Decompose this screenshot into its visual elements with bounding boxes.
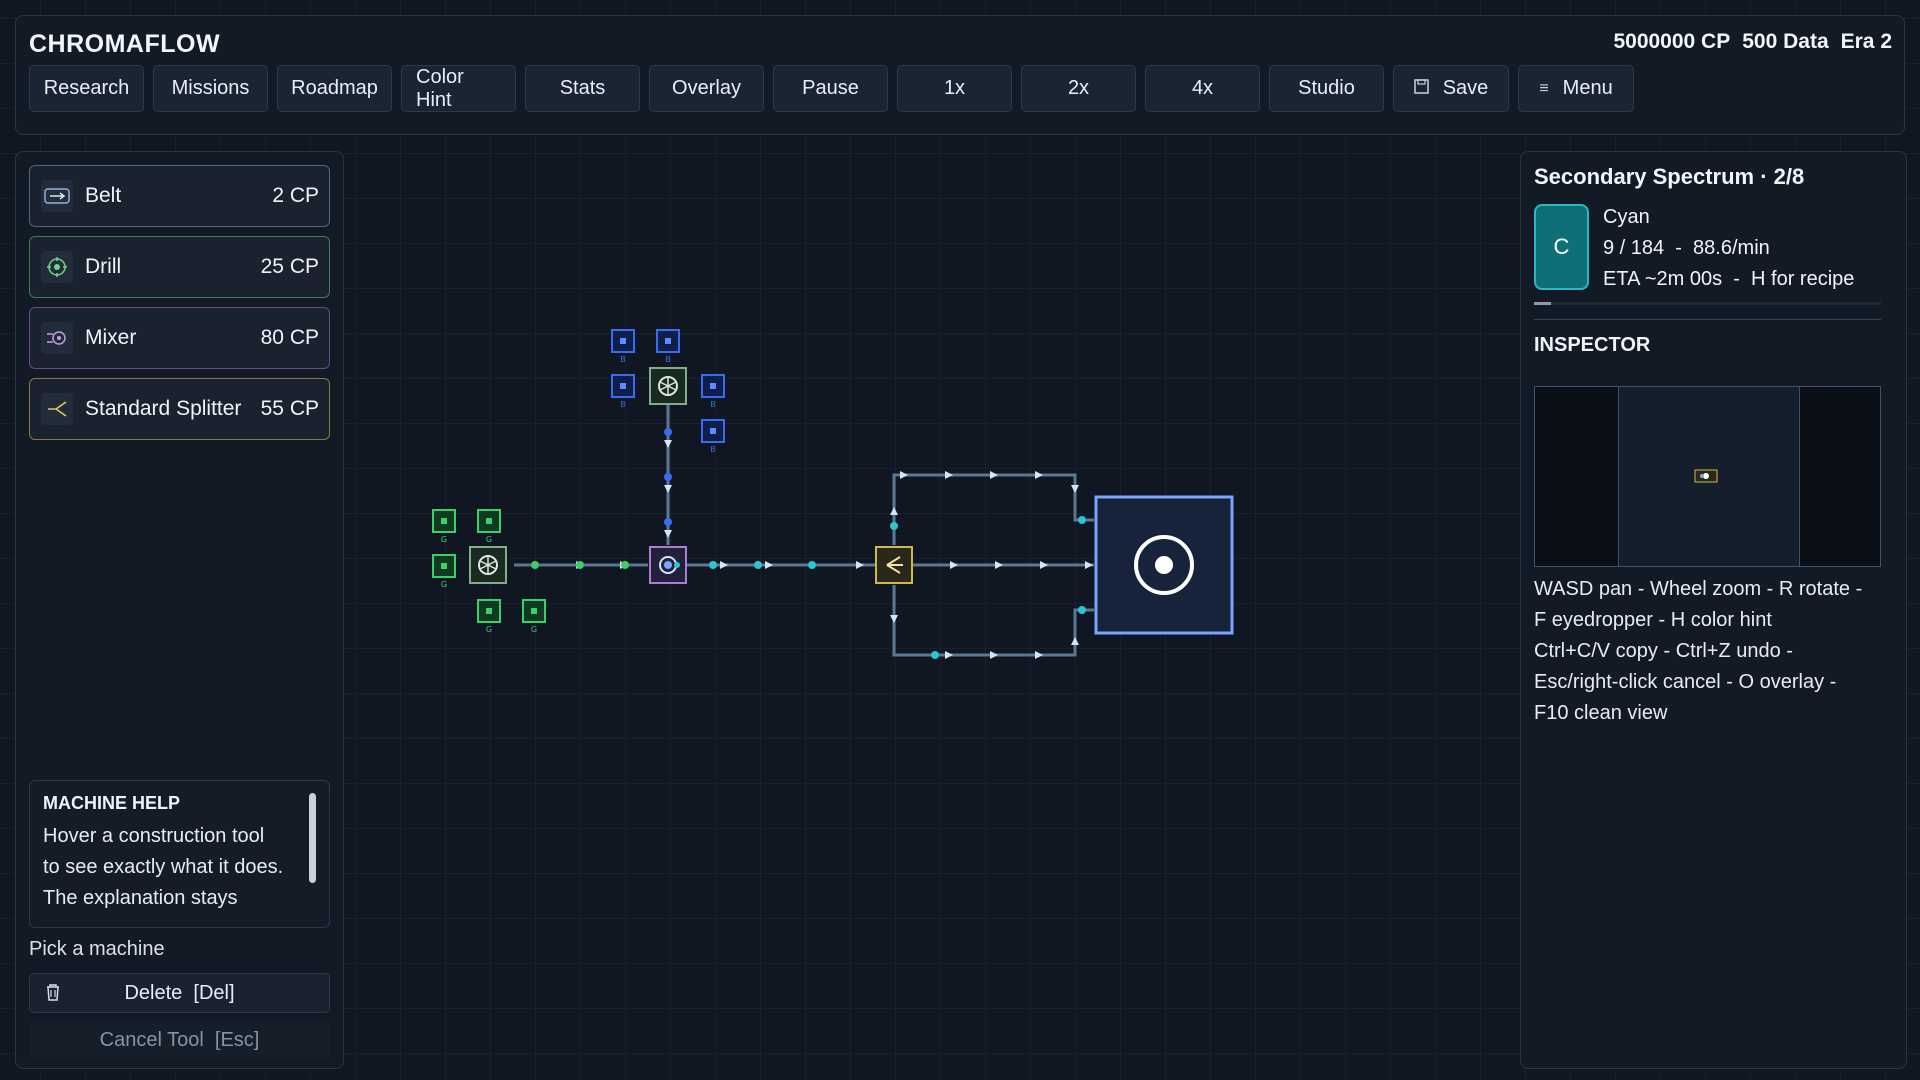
era-indicator: Era 2 — [1840, 30, 1892, 53]
panel-divider — [1534, 319, 1881, 320]
delete-button[interactable]: Delete [Del] — [29, 973, 330, 1013]
tool-belt-label: Belt — [85, 184, 122, 207]
minimap-factory-marker — [1694, 469, 1718, 483]
tool-mixer-label: Mixer — [85, 326, 137, 349]
pick-machine-label: Pick a machine — [29, 938, 165, 960]
svg-text:G: G — [486, 535, 492, 544]
svg-text:G: G — [486, 625, 492, 634]
speed-4x-button[interactable]: 4x — [1145, 65, 1260, 112]
mixer-machine[interactable] — [649, 546, 687, 584]
tool-standard-splitter[interactable]: Standard Splitter 55 CP — [29, 378, 330, 440]
save-label: Save — [1442, 77, 1489, 99]
svg-text:G: G — [441, 580, 447, 589]
save-button[interactable]: Save — [1393, 65, 1509, 112]
minimap[interactable] — [1534, 386, 1881, 567]
tool-standard-splitter-cost: 55 CP — [260, 397, 319, 420]
machine-help-box[interactable]: MACHINE HELP Hover a construction tool t… — [29, 780, 330, 928]
splitter-machine[interactable] — [875, 546, 913, 584]
tool-mixer-cost: 80 CP — [260, 326, 319, 349]
hamburger-icon: ≡ — [1539, 79, 1549, 97]
pause-button[interactable]: Pause — [773, 65, 888, 112]
missions-button[interactable]: Missions — [153, 65, 268, 112]
mission-progress-fill — [1534, 302, 1551, 305]
app-title: CHROMAFLOW — [29, 30, 221, 58]
tool-standard-splitter-label: Standard Splitter — [85, 397, 242, 420]
inspector-title: INSPECTOR — [1534, 334, 1651, 356]
svg-text:G: G — [441, 535, 447, 544]
drill-blue[interactable] — [649, 367, 687, 405]
build-panel: Belt 2 CP Drill 25 CP Mixer 80 CP Standa… — [15, 151, 344, 1069]
svg-text:G: G — [531, 625, 537, 634]
speed-2x-button[interactable]: 2x — [1021, 65, 1136, 112]
tool-mixer[interactable]: Mixer 80 CP — [29, 307, 330, 369]
svg-text:B: B — [710, 400, 716, 409]
machine-help-text: Hover a construction tool to see exactly… — [43, 825, 284, 909]
tool-drill-cost: 25 CP — [260, 255, 319, 278]
svg-text:B: B — [710, 445, 716, 454]
spectrum-title: Secondary Spectrum · 2/8 — [1534, 164, 1805, 189]
target-color-tile: C — [1534, 204, 1589, 290]
target-hub[interactable] — [1094, 495, 1234, 635]
target-count-rate: 9 / 184 - 88.6/min — [1603, 237, 1770, 259]
floppy-icon — [1413, 78, 1429, 99]
target-info: Cyan 9 / 184 - 88.6/min ETA ~2m 00s - H … — [1603, 202, 1854, 295]
splitter-icon — [41, 393, 73, 425]
svg-text:B: B — [620, 355, 626, 364]
delete-label: Delete [Del] — [124, 981, 235, 1004]
drill-green[interactable] — [469, 546, 507, 584]
svg-text:B: B — [665, 355, 671, 364]
svg-text:B: B — [620, 400, 626, 409]
cp-counter: 5000000 CP — [1613, 30, 1731, 53]
mission-progress-bar — [1534, 302, 1881, 305]
machine-help-title: MACHINE HELP — [43, 793, 181, 813]
speed-1x-button[interactable]: 1x — [897, 65, 1012, 112]
cancel-tool-button[interactable]: Cancel Tool [Esc] — [29, 1020, 330, 1060]
roadmap-button[interactable]: Roadmap — [277, 65, 392, 112]
spectrum-panel: Secondary Spectrum · 2/8 C Cyan 9 / 184 … — [1520, 151, 1907, 1069]
belt-network[interactable] — [514, 405, 1094, 657]
stats-button[interactable]: Stats — [525, 65, 640, 112]
target-color-name: Cyan — [1603, 206, 1650, 228]
target-eta: ETA ~2m 00s - H for recipe — [1603, 268, 1855, 290]
color-hint-button[interactable]: Color Hint — [401, 65, 516, 112]
data-counter: 500 Data — [1742, 30, 1829, 53]
belt-items — [531, 428, 1121, 659]
menu-button[interactable]: ≡ Menu — [1518, 65, 1634, 112]
tool-belt-cost: 2 CP — [272, 184, 319, 207]
top-bar: CHROMAFLOW 5000000 CP 500 Data Era 2 Res… — [15, 15, 1905, 135]
help-scrollbar[interactable] — [309, 793, 316, 883]
tool-drill-label: Drill — [85, 255, 122, 278]
tool-drill[interactable]: Drill 25 CP — [29, 236, 330, 298]
mixer-icon — [41, 322, 73, 354]
overlay-button[interactable]: Overlay — [649, 65, 764, 112]
menu-label: Menu — [1562, 77, 1613, 99]
studio-button[interactable]: Studio — [1269, 65, 1384, 112]
research-button[interactable]: Research — [29, 65, 144, 112]
toolbar: Research Missions Roadmap Color Hint Sta… — [29, 65, 1634, 112]
tool-belt[interactable]: Belt 2 CP — [29, 165, 330, 227]
drill-icon — [41, 251, 73, 283]
controls-help: WASD pan - Wheel zoom - R rotate - F eye… — [1534, 578, 1863, 724]
belt-icon — [41, 180, 73, 212]
trash-icon — [45, 983, 61, 1007]
resource-counters: 5000000 CP 500 Data Era 2 — [1613, 30, 1892, 54]
